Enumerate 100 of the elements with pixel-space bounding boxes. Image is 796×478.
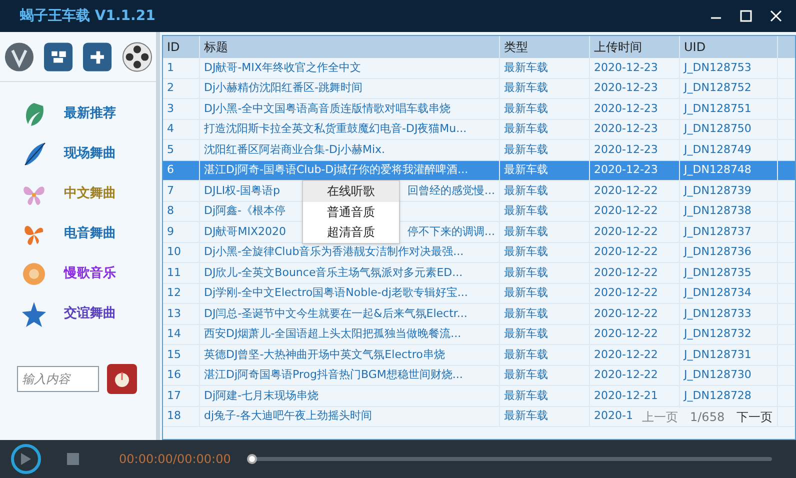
table-cell: J_DN128737 — [684, 224, 752, 240]
window-title: 蝎子王车载 V1.1.21 — [20, 6, 156, 26]
table-cell-text: 湛江Dj阿奇国粤语Prog抖音热门BGM想稳世间财烧... — [204, 367, 463, 383]
category-link[interactable]: 中文舞曲 — [64, 184, 116, 204]
table-cell-text: 2020-12-23 — [594, 100, 658, 116]
maximize-icon[interactable] — [740, 10, 752, 22]
previous-page-link[interactable]: 上一页 — [642, 408, 678, 426]
category-link[interactable]: 最新推荐 — [64, 104, 116, 124]
knob-icon — [113, 370, 131, 388]
table-cell-text: J_DN128750 — [684, 121, 752, 137]
table-cell-text: 5 — [167, 142, 174, 158]
table-cell-text: 17 — [167, 388, 181, 404]
table-cell-text: 回曾经的感觉慢... — [408, 182, 495, 198]
menu-item[interactable]: 普通音质 — [303, 202, 399, 222]
table-cell-text: 停不下来的调调... — [408, 224, 495, 240]
table-cell-text: 4 — [167, 121, 174, 137]
column-header[interactable]: UID — [680, 36, 778, 58]
table-cell-text: 英德DJ曾坚-大热神曲开场中英文气氛Electro串烧 — [204, 346, 445, 362]
table-cell-text: 2020-12-22 — [594, 326, 658, 342]
table-row[interactable]: 3 DJ小黑-全中文国粤语高音质连版情歌对唱车载串烧 最新车载 2020-12-23 J_DN128751 — [163, 99, 795, 120]
table-cell-text: 最新车载 — [504, 121, 548, 137]
table-cell: J_DN128751 — [684, 100, 752, 117]
table-cell-text: 最新车载 — [504, 408, 548, 424]
table-cell-text: 2020-12-22 — [594, 182, 658, 198]
table-cell-text: 最新车载 — [504, 224, 548, 240]
table-row[interactable]: 4 打造沈阳斯卡拉全英文私货重鼓魔幻电音-DJ夜猫Mu... 最新车载 2020-12-23 J_DN128750 — [163, 120, 795, 140]
page-indicator: 1/658 — [690, 409, 725, 426]
category-link[interactable]: 慢歌音乐 — [64, 264, 116, 284]
table-cell-text: 2020-12-22 — [594, 346, 658, 362]
table-row[interactable]: 2 Dj小赫精仿沈阳红番区-跳舞时间 最新车载 2020-12-23 J_DN128752 — [163, 78, 795, 99]
table-cell-text: Dj阿建-七月末现场串烧 — [204, 388, 318, 404]
table-cell-text: J_DN128752 — [684, 80, 752, 96]
category-link[interactable]: 交谊舞曲 — [64, 304, 116, 324]
table-cell-text: 2020-12-21 — [594, 388, 658, 404]
flower-icon — [20, 260, 48, 288]
search-button[interactable] — [107, 364, 137, 394]
table-cell-text: J_DN128734 — [684, 285, 752, 301]
column-header[interactable]: 类型 — [500, 36, 590, 58]
table-cell-text: 最新车载 — [504, 182, 548, 198]
table-cell-text: 打造沈阳斯卡拉全英文私货重鼓魔幻电音-DJ夜猫Mu... — [204, 121, 467, 137]
table-cell-text: 1 — [167, 60, 174, 76]
search-field[interactable]: 输入内容 — [17, 366, 99, 392]
category-link[interactable]: 现场舞曲 — [64, 144, 116, 164]
play-icon — [20, 452, 32, 466]
table-cell-text: J_DN128738 — [684, 203, 752, 219]
play-button[interactable] — [11, 444, 41, 474]
star-icon — [20, 300, 48, 328]
table-cell-text: 最新车载 — [504, 346, 548, 362]
category-link[interactable]: 电音舞曲 — [64, 224, 116, 244]
table-row[interactable]: 1 DJ献哥-MIX年终收官之作全中文 最新车载 2020-12-23 J_DN128753 — [163, 58, 795, 78]
table-cell-text: J_DN128730 — [684, 367, 752, 383]
table-cell-text: Dj小黑-全旋律Club音乐为香港靓女洁制作对决最强... — [204, 244, 464, 260]
table-cell-text: 2020-12-22 — [594, 285, 658, 301]
table-cell-text: 15 — [167, 346, 181, 362]
table-cell-text: 13 — [167, 306, 181, 322]
table-cell-text: DJ小黑-全中文国粤语高音质连版情歌对唱车载串烧 — [204, 100, 451, 116]
close-icon[interactable] — [770, 10, 782, 22]
table-cell-text: J_DN128748 — [684, 162, 752, 178]
table-row[interactable]: 12 Dj学刚-全中文Electro国粤语Noble-dj老歌专辑好宝... 最新车载 2020-12-22 J_DN128734 — [163, 284, 795, 304]
table-cell: J_DN128731 — [684, 346, 752, 363]
table-cell-text: 18 — [167, 408, 181, 424]
table-row[interactable]: 16 湛江Dj阿奇国粤语Prog抖音热门BGM想稳世间财烧... 最新车载 2020-12-22 J_DN128730 — [163, 366, 795, 386]
table-row[interactable]: 17 Dj阿建-七月末现场串烧 最新车载 2020-12-21 J_DN128728 — [163, 386, 795, 406]
table-row[interactable]: 14 西安DJ烟萧儿-全国语超上头太阳把孤独当做晚餐流... 最新车载 2020-12-22 J_DN128732 — [163, 324, 795, 345]
column-header[interactable]: 标题 — [200, 36, 500, 58]
table-cell-text: 2020-12-23 — [594, 80, 658, 96]
column-header[interactable]: 上传时间 — [590, 36, 680, 58]
table-row[interactable]: 11 DJ欣儿-全英文Bounce音乐主场气氛派对多元素ED... 最新车载 2020-12-22 J_DN128735 — [163, 263, 795, 284]
menu-item[interactable]: 在线听歌 — [303, 181, 399, 202]
film-reel-icon[interactable] — [122, 40, 152, 72]
app-icon[interactable] — [4, 40, 34, 72]
menu-item[interactable]: 超清音质 — [303, 222, 399, 242]
table-cell-text: 10 — [167, 244, 181, 260]
table-cell-text: 2020-1 — [594, 408, 633, 424]
table-cell-text: 2020-12-23 — [594, 142, 658, 158]
table-cell: J_DN128733 — [684, 306, 752, 322]
table-row[interactable]: 6 湛江Dj阿奇-国粤语Club-Dj城仔你的爱将我灌醉啤酒... 最新车载 2020-12-23 J_DN128748 — [163, 160, 795, 181]
table-cell-text: 7 — [167, 182, 174, 198]
table-cell-text: 最新车载 — [504, 162, 548, 178]
table-cell-text: 2020-12-23 — [594, 162, 658, 178]
table-cell-text: 湛江Dj阿奇-国粤语Club-Dj城仔你的爱将我灌醉啤酒... — [204, 162, 468, 178]
table-cell-text: 2020-12-22 — [594, 306, 658, 322]
table-cell-text: 沈阳红番区阿岩商业合集-Dj小赫Mix. — [204, 142, 386, 158]
table-cell-text: DJLI权-国粤语p — [204, 182, 280, 198]
table-cell-text: 最新车载 — [504, 388, 548, 404]
column-header[interactable]: ID — [163, 36, 200, 58]
table-row[interactable]: 15 英德DJ曾坚-大热神曲开场中英文气氛Electro串烧 最新车载 2020-12-22 J_DN128731 — [163, 345, 795, 366]
progress-thumb[interactable] — [247, 454, 257, 464]
table-cell-text: 2020-12-22 — [594, 264, 658, 280]
table-cell-text: 8 — [167, 203, 174, 219]
table-cell-text: 2020-12-23 — [594, 60, 658, 76]
table-row[interactable]: 13 DJ闫总-圣诞节中文今生就要在一起&后来气氛Electr... 最新车载 2020-12-22 J_DN128733 — [163, 304, 795, 324]
next-page-link[interactable]: 下一页 — [736, 408, 773, 426]
table-cell-text: 西安DJ烟萧儿-全国语超上头太阳把孤独当做晚餐流... — [204, 326, 462, 342]
table-cell-text: 最新车载 — [504, 285, 548, 301]
table-cell-text: 12 — [167, 285, 181, 301]
table-cell-text: 最新车载 — [504, 264, 548, 280]
time-readout: 00:00:00/00:00:00 — [119, 451, 232, 468]
table-cell-text: 最新车载 — [504, 60, 548, 76]
table-cell-text: 3 — [167, 100, 174, 116]
